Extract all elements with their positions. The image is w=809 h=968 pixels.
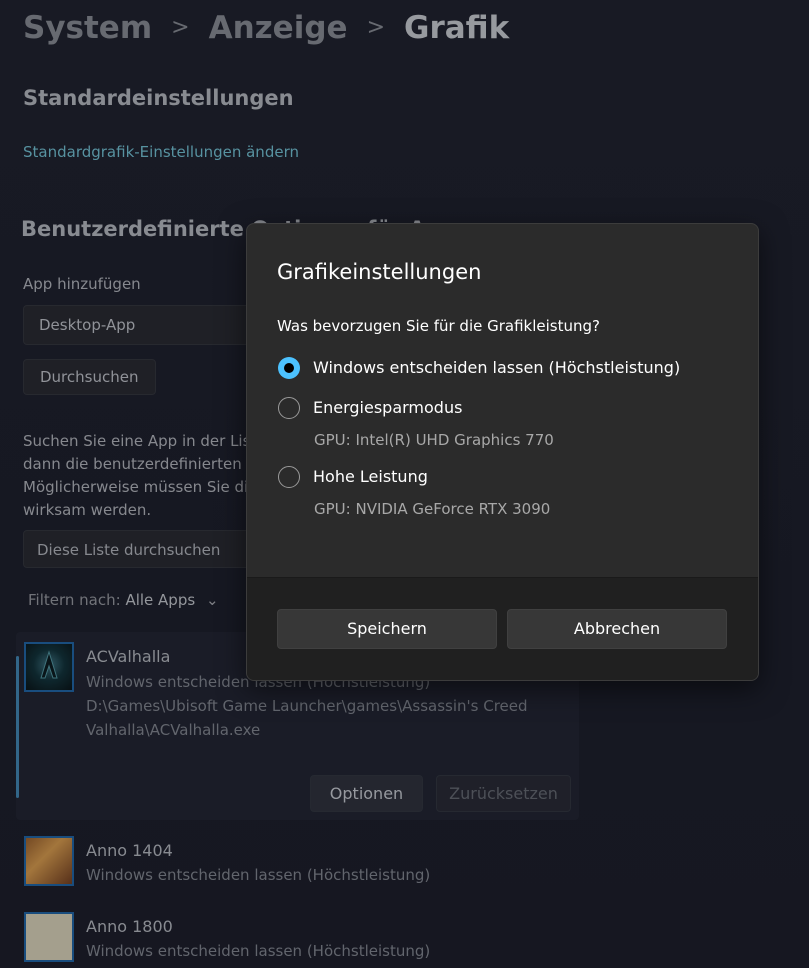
chevron-down-icon: ⌄ [205, 591, 219, 609]
app-thumbnail-acvalhalla [24, 642, 74, 692]
filter-value: Alle Apps [125, 591, 196, 609]
browse-button[interactable]: Durchsuchen [23, 359, 156, 395]
options-button[interactable]: Optionen [310, 775, 423, 812]
selection-accent-bar [16, 656, 19, 798]
radio-option-label: Hohe Leistung [313, 467, 428, 486]
dialog-title: Grafikeinstellungen [277, 260, 482, 284]
app-thumbnail-anno-1800 [24, 912, 74, 962]
cancel-button-label: Abbrechen [573, 619, 661, 638]
radio-button[interactable] [278, 397, 300, 419]
app-name[interactable]: Anno 1800 [86, 917, 173, 936]
radio-option-gpu: GPU: NVIDIA GeForce RTX 3090 [314, 500, 551, 518]
chevron-right-icon: > [366, 15, 385, 40]
save-button-label: Speichern [347, 619, 427, 638]
app-type-value: Desktop-App [39, 316, 136, 334]
breadcrumb-system[interactable]: System [23, 10, 152, 46]
chevron-right-icon: > [171, 15, 190, 40]
dialog-question: Was bevorzugen Sie für die Grafikleistun… [277, 317, 600, 335]
app-setting: Windows entscheiden lassen (Höchstleistu… [86, 942, 431, 960]
app-setting: Windows entscheiden lassen (Höchstleistu… [86, 866, 431, 884]
breadcrumb: System > Anzeige > Grafik [23, 10, 509, 46]
browse-button-label: Durchsuchen [40, 368, 139, 386]
breadcrumb-graphics: Grafik [404, 10, 510, 46]
app-name: ACValhalla [86, 647, 171, 666]
filter-label: Filtern nach: [28, 591, 121, 609]
radio-option-label: Windows entscheiden lassen (Höchstleistu… [313, 358, 681, 377]
app-path-line: D:\Games\Ubisoft Game Launcher\games\Ass… [86, 697, 528, 715]
cancel-button[interactable]: Abbrechen [507, 609, 727, 649]
radio-option-label: Energiesparmodus [313, 398, 463, 417]
add-app-label: App hinzufügen [23, 275, 141, 293]
graphics-settings-dialog: Grafikeinstellungen Was bevorzugen Sie f… [246, 223, 759, 681]
section-title-default: Standardeinstellungen [23, 86, 294, 110]
reset-button[interactable]: Zurücksetzen [436, 775, 571, 812]
radio-option-gpu: GPU: Intel(R) UHD Graphics 770 [314, 431, 554, 449]
app-list-search-input[interactable]: Diese Liste durchsuchen [23, 530, 283, 568]
radio-button[interactable] [278, 466, 300, 488]
save-button[interactable]: Speichern [277, 609, 497, 649]
assassins-creed-logo-icon [40, 650, 58, 679]
radio-button-selected[interactable] [278, 357, 300, 379]
options-button-label: Optionen [329, 784, 404, 803]
change-default-graphics-link[interactable]: Standardgrafik-Einstellungen ändern [23, 143, 299, 161]
app-name[interactable]: Anno 1404 [86, 841, 173, 860]
app-type-dropdown[interactable]: Desktop-App [23, 305, 283, 345]
breadcrumb-display[interactable]: Anzeige [209, 10, 348, 46]
app-path-line: Valhalla\ACValhalla.exe [86, 721, 261, 739]
search-placeholder: Diese Liste durchsuchen [37, 541, 221, 559]
filter-control[interactable]: Filtern nach: Alle Apps ⌄ [28, 591, 219, 609]
reset-button-label: Zurücksetzen [449, 784, 558, 803]
app-thumbnail-anno-1404 [24, 836, 74, 886]
